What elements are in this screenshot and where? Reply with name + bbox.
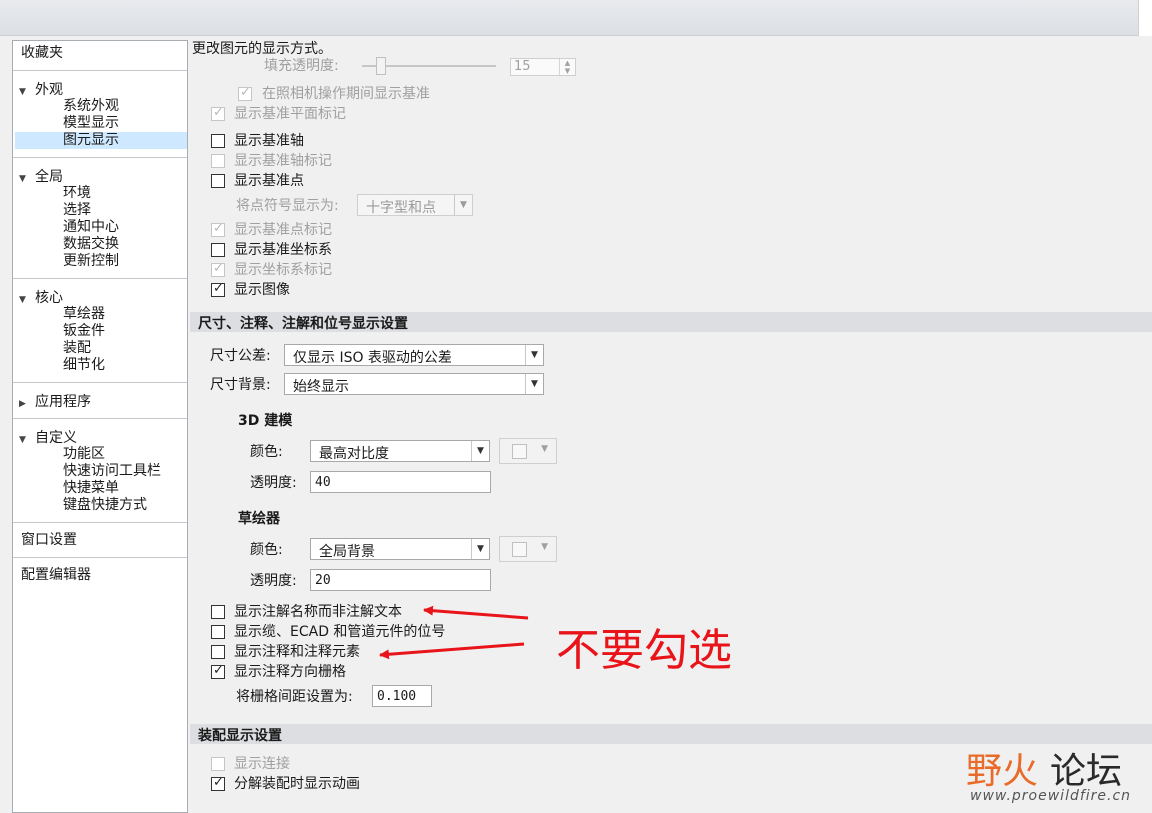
arrow-to-annotation-names (423, 605, 529, 620)
annotation-do-not-check: 不要勾选 (556, 625, 732, 676)
annotation-arrows (379, 605, 529, 660)
watermark-name-part2: 论坛 (1050, 751, 1123, 792)
watermark-name-part1: 野火 (966, 751, 1039, 792)
arrow-to-annotations-elements (379, 642, 525, 660)
watermark-url: www.proewildfire.cn (970, 788, 1132, 804)
watermark-logo: 野火 论坛 www.proewildfire.cn (966, 728, 1146, 810)
